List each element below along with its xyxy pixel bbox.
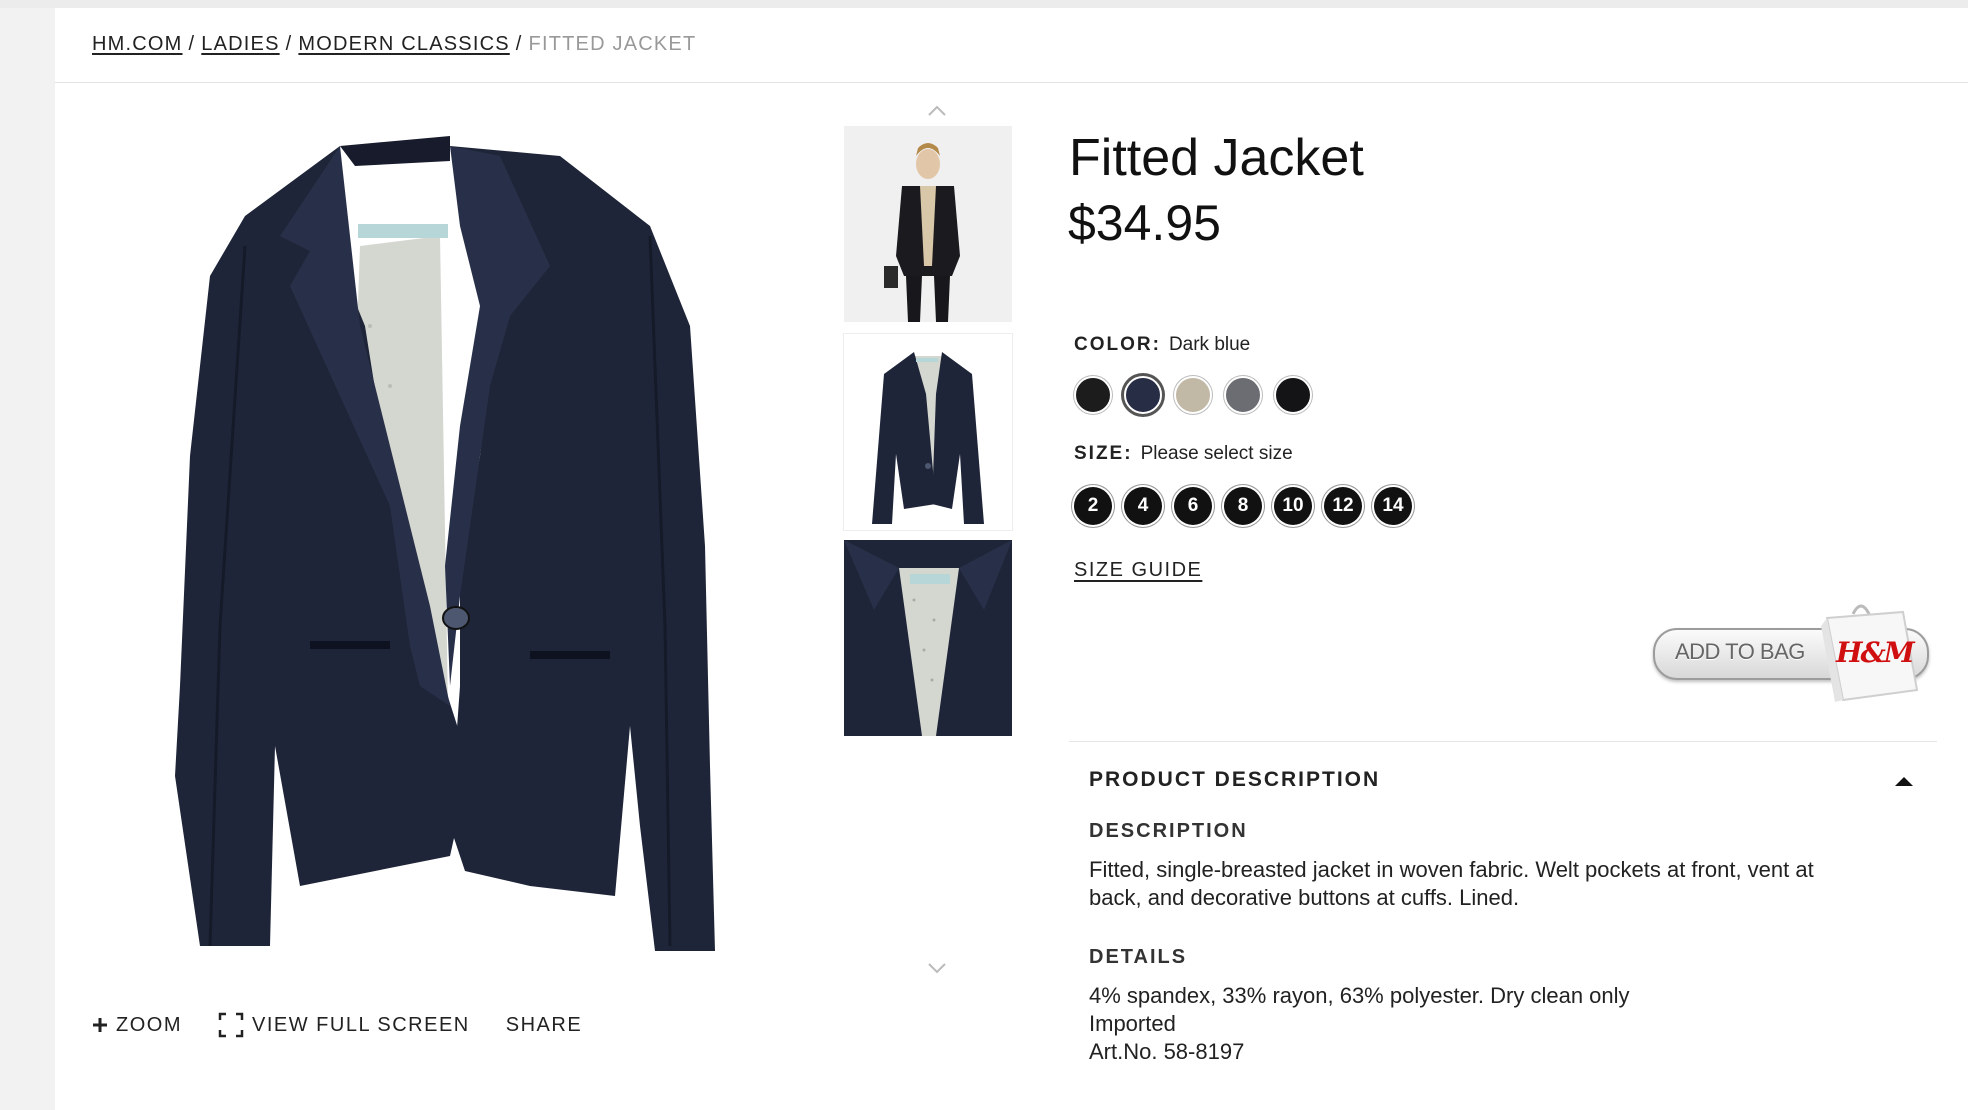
- color-label: COLOR:: [1074, 334, 1161, 355]
- add-to-bag-label: ADD TO BAG: [1675, 639, 1805, 664]
- model-thumbnail-image: [844, 126, 1012, 322]
- size-prompt: Please select size: [1140, 443, 1293, 464]
- size-row: SIZE: Please select size: [1074, 443, 1293, 465]
- color-swatch[interactable]: [1224, 376, 1262, 414]
- main-product-image[interactable]: [150, 126, 810, 956]
- plus-icon: [93, 1018, 107, 1032]
- share-button[interactable]: SHARE: [506, 1014, 582, 1037]
- size-option[interactable]: 4: [1124, 487, 1162, 525]
- breadcrumb-separator: /: [188, 33, 196, 55]
- fullscreen-icon: [218, 1012, 244, 1038]
- color-swatches: [1074, 376, 1324, 414]
- thumbnail-model[interactable]: [844, 126, 1012, 322]
- description-divider: [1069, 741, 1937, 742]
- thumbnail-detail[interactable]: [844, 540, 1012, 736]
- color-row: COLOR: Dark blue: [1074, 334, 1250, 356]
- zoom-button[interactable]: ZOOM: [92, 1014, 182, 1037]
- size-option[interactable]: 8: [1224, 487, 1262, 525]
- product-title: Fitted Jacket: [1069, 129, 1364, 187]
- color-swatch[interactable]: [1124, 376, 1162, 414]
- product-description-heading[interactable]: PRODUCT DESCRIPTION: [1089, 768, 1380, 792]
- description-subheading: DESCRIPTION: [1089, 820, 1248, 842]
- breadcrumb-current: FITTED JACKET: [528, 33, 697, 55]
- details-line: Art.No. 58-8197: [1089, 1039, 1245, 1064]
- jacket-image: [175, 136, 715, 951]
- jacket-front-thumbnail-image: [872, 352, 984, 524]
- top-strip: [0, 0, 1968, 8]
- header-divider: [55, 82, 1968, 83]
- zoom-label: ZOOM: [116, 1013, 182, 1036]
- size-option[interactable]: 6: [1174, 487, 1212, 525]
- description-line: back, and decorative buttons at cuffs. L…: [1089, 885, 1520, 910]
- details-line: 4% spandex, 33% rayon, 63% polyester. Dr…: [1089, 983, 1630, 1008]
- color-swatch[interactable]: [1174, 376, 1212, 414]
- thumbnail-front[interactable]: [844, 334, 1012, 530]
- size-guide-link[interactable]: SIZE GUIDE: [1074, 559, 1202, 582]
- hm-logo: H&M: [1836, 636, 1915, 669]
- size-option[interactable]: 14: [1374, 487, 1412, 525]
- size-option[interactable]: 10: [1274, 487, 1312, 525]
- breadcrumb-link-ladies[interactable]: LADIES: [201, 33, 279, 55]
- thumbnails-down-arrow-icon[interactable]: [925, 960, 949, 976]
- size-option[interactable]: 12: [1324, 487, 1362, 525]
- jacket-detail-thumbnail-image: [844, 540, 1012, 736]
- collapse-caret-icon[interactable]: [1893, 774, 1915, 788]
- image-actions: ZOOM VIEW FULL SCREEN SHARE: [92, 1012, 618, 1038]
- details-text: 4% spandex, 33% rayon, 63% polyester. Dr…: [1089, 982, 1630, 1066]
- details-subheading: DETAILS: [1089, 946, 1188, 968]
- description-text: Fitted, single-breasted jacket in woven …: [1089, 856, 1814, 912]
- breadcrumb-separator: /: [285, 33, 293, 55]
- view-full-screen-label: VIEW FULL SCREEN: [252, 1013, 470, 1036]
- size-options: 2 4 6 8 10 12 14: [1074, 487, 1424, 525]
- size-option[interactable]: 2: [1074, 487, 1112, 525]
- share-label: SHARE: [505, 1013, 583, 1036]
- details-line: Imported: [1089, 1011, 1176, 1036]
- description-line: Fitted, single-breasted jacket in woven …: [1089, 857, 1814, 882]
- breadcrumb: HM.COM / LADIES / MODERN CLASSICS / FITTED JAC…: [92, 33, 696, 56]
- size-label: SIZE:: [1074, 443, 1133, 464]
- breadcrumb-separator: /: [515, 33, 523, 55]
- color-swatch[interactable]: [1074, 376, 1112, 414]
- product-price: $34.95: [1068, 195, 1221, 251]
- color-value: Dark blue: [1168, 334, 1251, 355]
- add-to-bag-button[interactable]: ADD TO BAG H&M: [1653, 596, 1933, 706]
- product-page: HM.COM / LADIES / MODERN CLASSICS / FITTED JAC…: [55, 8, 1968, 1110]
- breadcrumb-link-home[interactable]: HM.COM: [92, 33, 183, 55]
- thumbnails-up-arrow-icon[interactable]: [925, 103, 949, 119]
- color-swatch[interactable]: [1274, 376, 1312, 414]
- view-full-screen-button[interactable]: VIEW FULL SCREEN: [218, 1012, 470, 1038]
- breadcrumb-link-modern-classics[interactable]: MODERN CLASSICS: [298, 33, 509, 55]
